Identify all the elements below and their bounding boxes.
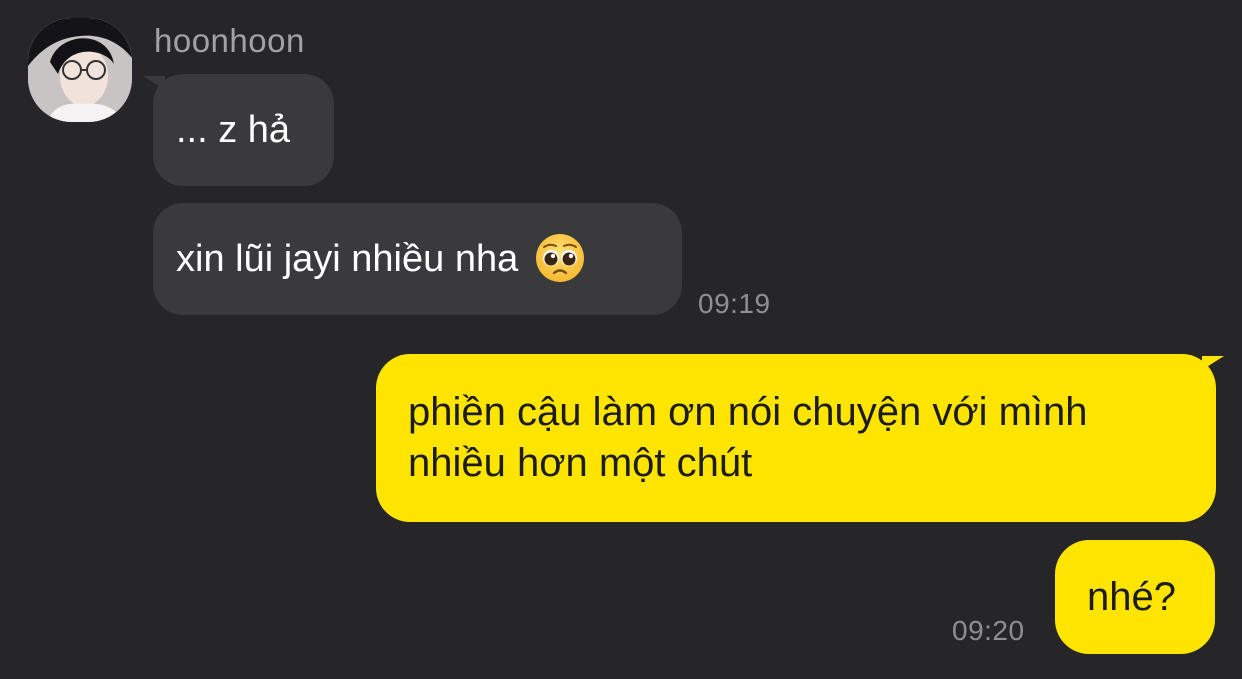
message-timestamp: 09:20 bbox=[952, 615, 1025, 646]
incoming-message[interactable]: xin lũi jayi nhiều nha bbox=[153, 203, 682, 315]
message-text: ... z hả bbox=[176, 109, 291, 151]
message-timestamp: 09:19 bbox=[698, 288, 771, 319]
sender-name: hoonhoon bbox=[154, 22, 305, 59]
message-text: nhé? bbox=[1087, 575, 1176, 619]
message-text-line: phiền cậu làm ơn nói chuyện với mình bbox=[408, 390, 1088, 434]
outgoing-message[interactable]: phiền cậu làm ơn nói chuyện với mình nhi… bbox=[376, 354, 1216, 522]
avatar-photo bbox=[28, 18, 132, 122]
message-text: xin lũi jayi nhiều nha bbox=[176, 238, 519, 280]
avatar[interactable] bbox=[28, 18, 132, 122]
message-text-line: nhiều hơn một chút bbox=[408, 441, 753, 485]
pleading-face-icon bbox=[534, 232, 586, 284]
outgoing-message[interactable]: nhé? bbox=[1055, 540, 1215, 654]
incoming-message[interactable]: ... z hả bbox=[153, 74, 334, 186]
